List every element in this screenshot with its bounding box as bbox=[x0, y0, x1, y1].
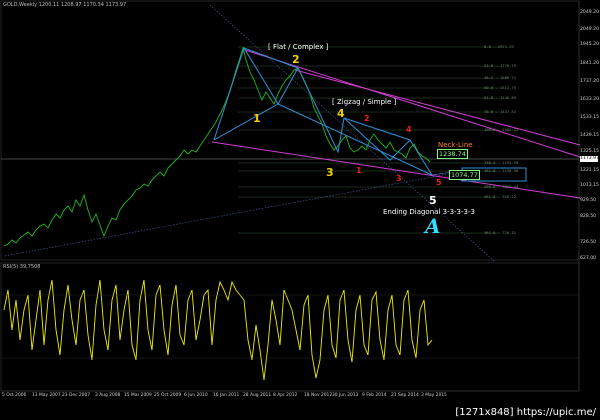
fib-label: 100.0 - 1305.21 bbox=[484, 127, 519, 132]
x-tick: 9 Feb 2014 bbox=[362, 393, 387, 398]
y-tick: 1633.20 bbox=[580, 97, 599, 102]
wave-1-label: 1 bbox=[253, 112, 261, 125]
x-tick: 30 Jun 2013 bbox=[332, 393, 359, 398]
y-tick: 1945.20 bbox=[580, 42, 599, 47]
low-price-box: 1074.77 bbox=[449, 170, 480, 180]
wave-4-label: 4 bbox=[337, 107, 345, 120]
fib-label: 261.8 - 916.22 bbox=[484, 194, 517, 199]
wave-5-label: 5 bbox=[429, 194, 437, 207]
x-tick: 13 May 2007 bbox=[32, 393, 61, 398]
x-tick: 8 Apr 2012 bbox=[273, 393, 298, 398]
y-tick: 1841.20 bbox=[580, 61, 599, 66]
wave-2-label: 2 bbox=[292, 53, 300, 66]
x-tick: 23 Dec 2007 bbox=[62, 393, 91, 398]
x-tick: 3 Aug 2008 bbox=[95, 393, 121, 398]
y-tick: 1429.15 bbox=[580, 133, 599, 138]
fib-label: 78.6 - 1437.33 bbox=[484, 109, 517, 114]
sub-wave-2-label: 2 bbox=[364, 114, 370, 123]
flat-complex-label: [ Flat / Complex ] bbox=[268, 43, 329, 51]
fib-label: 61.8 - 1540.89 bbox=[484, 95, 517, 100]
wave-a-label: A bbox=[425, 214, 441, 238]
fib-label: 161.8 - 1136.56 bbox=[484, 168, 519, 173]
x-tick: 25 Oct 2009 bbox=[154, 393, 182, 398]
y-tick: 828.50 bbox=[580, 214, 597, 219]
sub-wave-5-label: 5 bbox=[436, 178, 442, 187]
fib-label: 50.0 - 1613.75 bbox=[484, 85, 517, 90]
neck-price-box: 1238.74 bbox=[437, 149, 468, 159]
y-tick: 2049.20 bbox=[580, 10, 599, 15]
blue-wave-lines bbox=[213, 46, 433, 176]
rsi-header: RSI(5) 39.7508 bbox=[3, 264, 41, 270]
x-tick: 15 Mar 2009 bbox=[124, 393, 152, 398]
chart-header: GOLD,Weekly 1200.11 1208.97 1170.34 1173… bbox=[3, 2, 127, 8]
fib-label: 0.0 - 1923.29 bbox=[484, 44, 514, 49]
fib-label: 200.0 - 1022.44 bbox=[484, 184, 519, 189]
sub-wave-1-label: 1 bbox=[356, 166, 362, 175]
x-tick: 3 May 2015 bbox=[421, 393, 447, 398]
dotted-trendlines bbox=[4, 4, 496, 263]
fib-label: 138.2 - 1194.29 bbox=[484, 160, 519, 165]
fib-label: 38.2 - 1686.71 bbox=[484, 75, 517, 80]
y-tick: 2049.20 bbox=[580, 27, 599, 32]
x-tick: 6 Jun 2010 bbox=[184, 393, 208, 398]
y-tick: 1013.15 bbox=[580, 183, 599, 188]
watermark: [1271x848] https://upic.me/ bbox=[455, 407, 596, 418]
wave-3-label: 3 bbox=[326, 166, 334, 179]
zigzag-simple-label: [ Zigzag / Simple ] bbox=[332, 98, 397, 106]
sub-wave-3-label: 3 bbox=[396, 174, 402, 183]
sub-wave-4-label: 4 bbox=[406, 125, 412, 134]
x-tick: 16 Jan 2011 bbox=[213, 393, 240, 398]
x-tick: 5 Oct 2006 bbox=[2, 393, 27, 398]
fib-label: 23.6 - 1776.79 bbox=[484, 63, 517, 68]
y-tick: 929.50 bbox=[580, 198, 597, 203]
x-tick: 28 Aug 2011 bbox=[243, 393, 272, 398]
fib-label: 361.8 - 726.31 bbox=[484, 230, 517, 235]
y-tick: 1221.15 bbox=[580, 168, 599, 173]
y-tick: 726.50 bbox=[580, 240, 597, 245]
y-tick: 627.00 bbox=[580, 256, 597, 261]
y-tick: 1325.15 bbox=[580, 149, 599, 154]
y-tick: 1737.20 bbox=[580, 79, 599, 84]
x-tick: 18 Nov 2012 bbox=[304, 393, 333, 398]
fib-lines bbox=[238, 46, 500, 234]
price-series bbox=[3, 46, 431, 247]
current-price-tag: 1173.97 bbox=[580, 156, 599, 162]
y-tick: 1533.15 bbox=[580, 115, 599, 120]
neck-line-label: Neck-Line bbox=[438, 141, 473, 149]
x-tick: 21 Sep 2014 bbox=[391, 393, 419, 398]
